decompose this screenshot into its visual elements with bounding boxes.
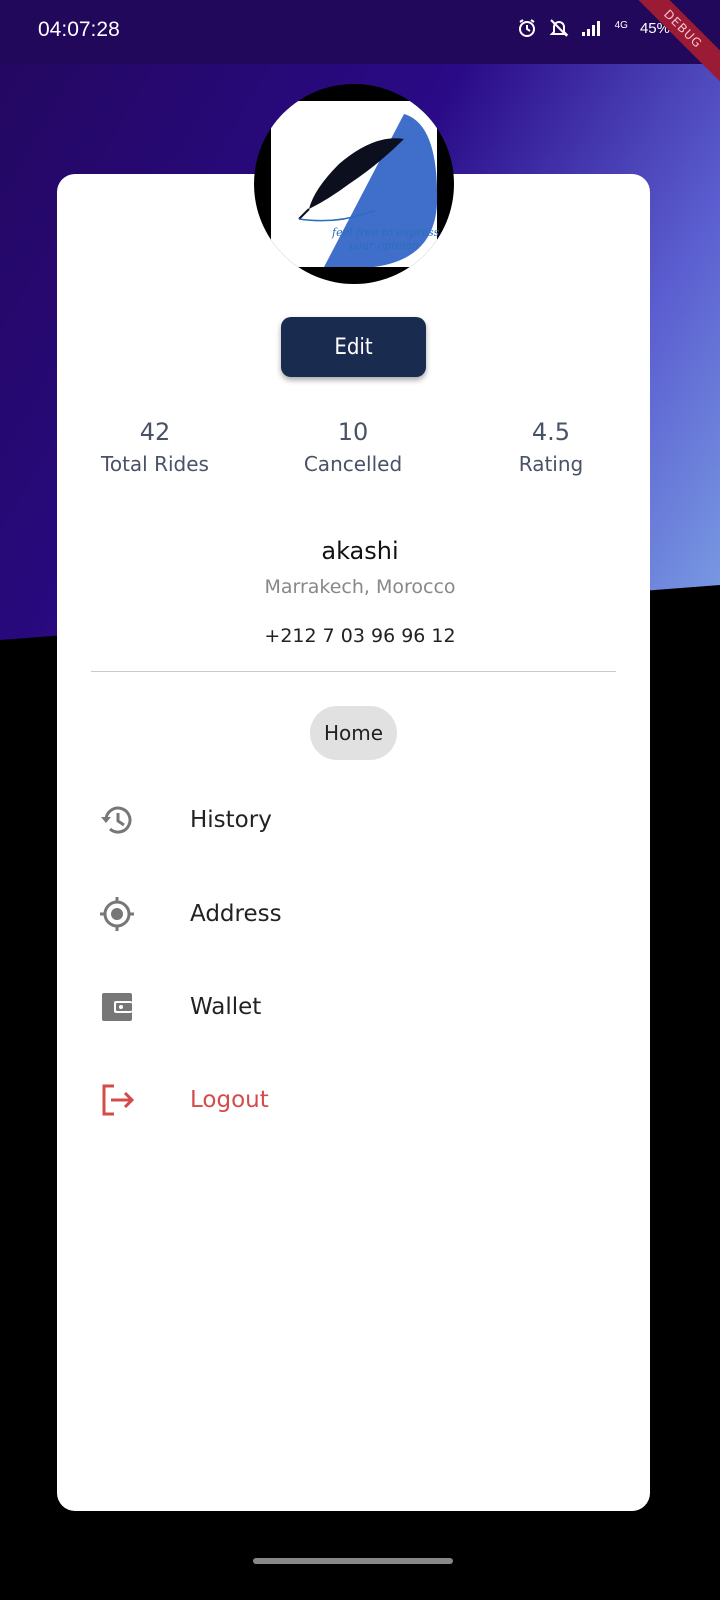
stat-label: Cancelled	[303, 452, 403, 476]
status-bar: 04:07:28 4G 45%	[0, 0, 720, 64]
divider	[91, 671, 616, 672]
menu-item-wallet[interactable]: Wallet	[96, 983, 261, 1031]
menu-item-label: Address	[190, 901, 282, 927]
menu-item-address[interactable]: Address	[96, 890, 282, 938]
menu-item-logout[interactable]: Logout	[96, 1076, 269, 1124]
menu-item-history[interactable]: History	[96, 796, 272, 844]
history-icon	[96, 799, 138, 841]
signal-4g-icon: 4G	[615, 20, 628, 36]
stat-label: Total Rides	[101, 452, 209, 476]
stat-rating: 4.5 Rating	[451, 418, 651, 476]
menu-item-label: Logout	[190, 1087, 269, 1113]
stat-value: 4.5	[531, 418, 571, 446]
stat-value: 42	[139, 418, 171, 446]
wallet-icon	[96, 986, 138, 1028]
status-icons: 4G 45%	[517, 18, 670, 38]
stat-label: Rating	[518, 452, 584, 476]
alarm-icon	[517, 18, 537, 38]
status-time: 04:07:28	[38, 18, 120, 41]
stat-cancelled: 10 Cancelled	[253, 418, 453, 476]
menu-item-label: History	[190, 807, 272, 833]
gesture-home-indicator[interactable]	[253, 1558, 453, 1564]
user-phone: +212 7 03 96 96 12	[264, 625, 456, 647]
user-name: akashi	[321, 537, 399, 565]
signal-icon	[581, 19, 603, 37]
logout-icon	[96, 1079, 138, 1121]
edit-profile-button[interactable]: Edit	[281, 317, 426, 377]
bell-off-icon	[549, 18, 569, 38]
user-location: Marrakech, Morocco	[264, 576, 456, 598]
avatar[interactable]: feel free to express your opinion	[254, 84, 454, 284]
avatar-caption-2: your opinion	[348, 239, 419, 252]
location-target-icon	[96, 893, 138, 935]
network-type: 4G	[614, 20, 628, 31]
stat-value: 10	[337, 418, 369, 446]
menu-item-label: Wallet	[190, 994, 262, 1020]
avatar-caption-1: feel free to express	[331, 226, 440, 239]
home-button[interactable]: Home	[310, 706, 397, 760]
quill-logo-icon: feel free to express your opinion	[271, 101, 440, 267]
stat-total-rides: 42 Total Rides	[55, 418, 255, 476]
